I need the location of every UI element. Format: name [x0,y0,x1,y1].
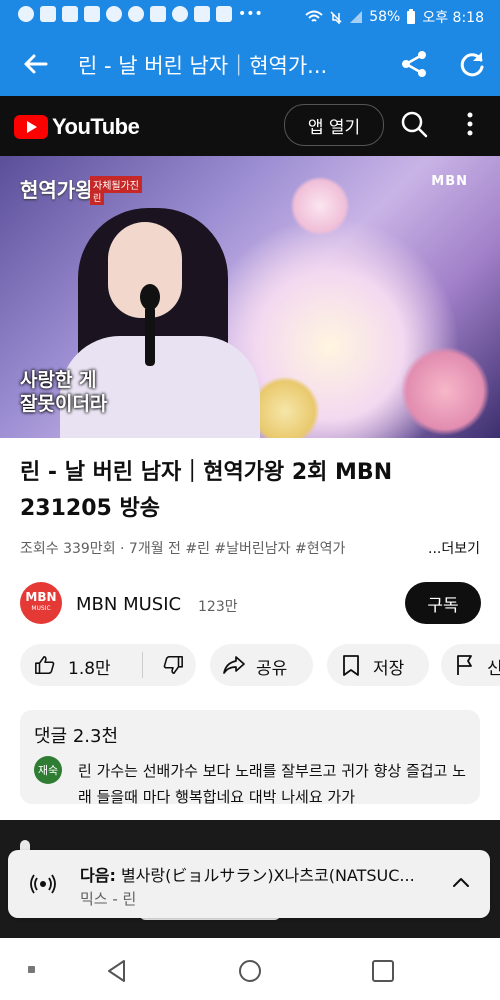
top-comment-text: 린 가수는 선배가수 보다 노래를 잘부르고 귀가 향상 즐겁고 노래 들을때 … [78,762,466,804]
avatar-text: MBN [25,590,57,604]
refresh-icon[interactable] [456,48,488,80]
video-meta[interactable]: 조회수 339만회 · 7개월 전 #린 #날버린남자 #현역가 ...더보기 [20,538,480,558]
bookmark-icon [343,655,359,676]
video-player[interactable]: 현역가왕 자체될가진 린 MBN 사랑한 게 잘못이더라 [0,156,500,438]
chevron-up-icon[interactable] [450,872,472,894]
flower-decoration [250,376,320,438]
nav-dot-indicator [28,966,35,973]
like-dislike-pill: 1.8만 [20,644,196,686]
microphone-handle [145,306,155,366]
comments-header: 댓글 2.3천 [34,726,119,747]
like-count[interactable]: 1.8만 [68,654,111,679]
app-notification-icon [84,6,100,22]
share-icon[interactable] [398,48,430,80]
up-next-video-title: 별사랑(ビョルサラン)X나츠코(NATSUC... [120,866,415,885]
commenter-avatar: 재숙 [34,756,62,784]
share-label: 공유 [256,659,288,679]
battery-level: 58% [369,9,401,25]
save-label: 저장 [373,659,405,679]
save-button[interactable]: 저장 [327,644,429,686]
share-arrow-icon [223,656,245,674]
dislike-icon[interactable] [162,654,184,676]
comments-section[interactable]: 댓글 2.3천 재숙 린 가수는 선배가수 보다 노래를 잘부르고 귀가 향상 … [20,710,480,804]
report-label: 신 [487,659,500,679]
channel-name[interactable]: MBN MUSIC [76,594,181,615]
status-bar: ••• 58% 오후 8:18 [0,0,500,32]
video-title: 린 - 날 버린 남자｜현역가왕 2회 MBN 231205 방송 [20,460,393,521]
system-nav-bar [0,942,500,1000]
app-bar: 린 - 날 버린 남자｜현역가... [0,32,500,96]
more-notifications-icon: ••• [238,6,263,22]
views-and-tags: 조회수 339만회 · 7개월 전 #린 #날버린남자 #현역가 [20,541,346,557]
program-logo: 현역가왕 [20,178,94,202]
signal-icon [350,11,363,23]
open-app-button[interactable]: 앱 열기 [284,104,384,146]
avatar-subtext: MUSIC [31,605,51,612]
video-subtitle: 사랑한 게 잘못이더라 [20,368,107,416]
channel-avatar[interactable]: MBN MUSIC [20,582,62,624]
gallery-notification-icon [40,6,56,22]
app-notification-icon [18,6,34,22]
microphone [140,284,160,310]
status-indicators: 58% 오후 8:18 [305,7,484,27]
up-next-prefix: 다음: [80,866,116,885]
app-notification-icon [150,6,166,22]
subtitle-line: 사랑한 게 [20,369,97,391]
nav-recents-icon[interactable] [370,958,396,984]
broadcaster-logo: MBN [431,174,468,189]
youtube-wordmark: YouTube [52,114,140,139]
nav-home-icon[interactable] [237,958,263,984]
app-notification-icon [216,6,232,22]
wifi-icon [305,10,323,22]
app-notification-icon [62,6,78,22]
clock: 오후 8:18 [422,10,484,26]
page-title: 린 - 날 버린 남자｜현역가... [78,54,328,78]
channel-row: MBN MUSIC MBN MUSIC 123만 구독 [20,582,481,626]
action-bar: 1.8만 공유 저장 신 [0,644,500,688]
battery-icon [407,9,416,24]
youtube-play-icon [14,115,48,139]
nav-back-icon[interactable] [104,958,130,984]
more-options-icon[interactable] [460,110,480,138]
mute-icon [330,11,342,24]
like-icon[interactable] [34,654,56,676]
back-arrow-icon[interactable] [20,48,52,80]
pill-divider [142,652,143,678]
youtube-logo[interactable]: YouTube [14,114,140,140]
subscribe-button[interactable]: 구독 [405,582,481,624]
subscriber-count: 123만 [198,599,238,615]
report-button[interactable]: 신 [441,644,500,686]
youtube-header: YouTube 앱 열기 [0,96,500,156]
app-notification-icon [172,6,188,22]
radio-mix-icon [30,874,56,894]
app-notification-icon [194,6,210,22]
notification-icons: ••• [18,6,263,22]
flower-decoration [290,176,350,236]
search-icon[interactable] [398,108,430,140]
flower-decoration [400,346,490,436]
flag-icon [457,655,472,675]
up-next-bar[interactable]: 다음: 별사랑(ビョルサラン)X나츠코(NATSUC... 믹스 - 린 [8,850,490,918]
app-notification-icon [128,6,144,22]
up-next-subtitle: 믹스 - 린 [80,890,137,908]
up-next-title: 다음: 별사랑(ビョルサラン)X나츠코(NATSUC... [80,862,435,886]
tiktok-notification-icon [106,6,122,22]
program-tag-name: 린 [90,190,105,205]
subtitle-line: 잘못이더라 [20,393,108,415]
share-button[interactable]: 공유 [210,644,313,686]
more-description-link[interactable]: ...더보기 [422,538,480,558]
